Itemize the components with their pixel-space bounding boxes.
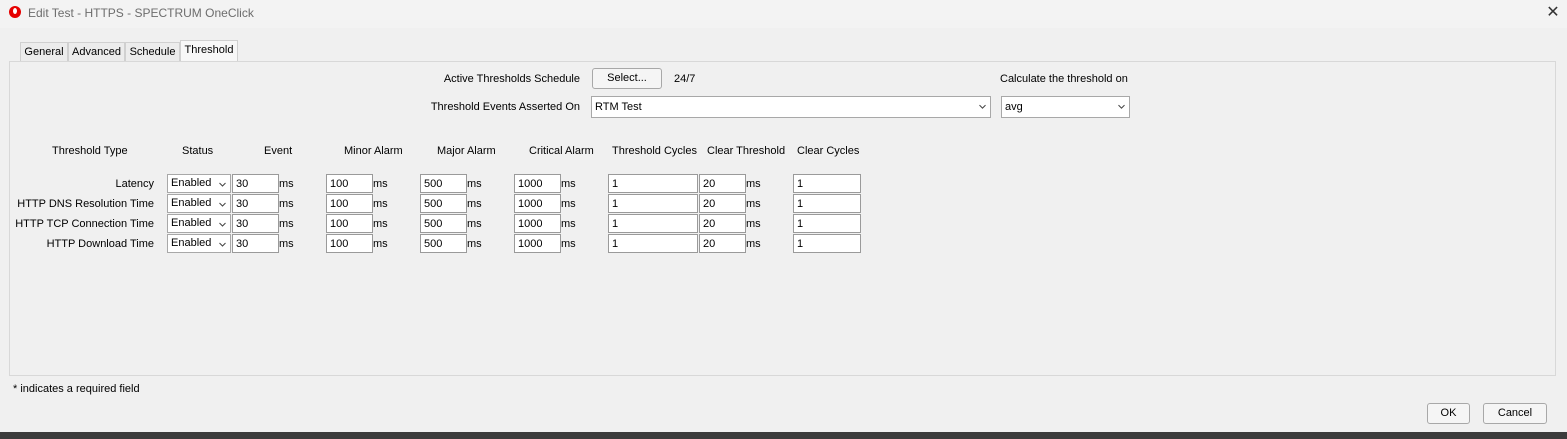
clear-cycles-input[interactable]: 1: [793, 234, 861, 253]
unit-label: ms: [467, 178, 482, 190]
asserted-on-value: RTM Test: [595, 101, 642, 113]
clear-threshold-input[interactable]: 20: [699, 234, 746, 253]
major-alarm-input[interactable]: 500: [420, 194, 467, 213]
header-threshold-cycles: Threshold Cycles: [612, 145, 697, 157]
critical-alarm-input[interactable]: 1000: [514, 174, 561, 193]
status-select[interactable]: Enabled: [167, 234, 231, 253]
header-threshold-type: Threshold Type: [52, 145, 128, 157]
active-thresholds-schedule-label: Active Thresholds Schedule: [443, 73, 580, 85]
major-alarm-input[interactable]: 500: [420, 174, 467, 193]
threshold-type-label: Latency: [115, 178, 154, 190]
chevron-down-icon: [219, 222, 226, 227]
unit-label: ms: [561, 218, 576, 230]
unit-label: ms: [561, 198, 576, 210]
select-schedule-button[interactable]: Select...: [592, 68, 662, 89]
clear-threshold-input[interactable]: 20: [699, 194, 746, 213]
calculate-threshold-select[interactable]: avg: [1001, 96, 1130, 118]
unit-label: ms: [279, 238, 294, 250]
header-minor-alarm: Minor Alarm: [344, 145, 403, 157]
threshold-cycles-input[interactable]: 1: [608, 174, 698, 193]
unit-label: ms: [561, 238, 576, 250]
unit-label: ms: [373, 238, 388, 250]
threshold-cycles-input[interactable]: 1: [608, 194, 698, 213]
unit-label: ms: [373, 218, 388, 230]
header-major-alarm: Major Alarm: [437, 145, 496, 157]
window-title: Edit Test - HTTPS - SPECTRUM OneClick: [28, 6, 254, 20]
unit-label: ms: [467, 238, 482, 250]
header-clear-cycles: Clear Cycles: [797, 145, 860, 157]
unit-label: ms: [746, 218, 761, 230]
cancel-button[interactable]: Cancel: [1483, 403, 1547, 424]
status-select[interactable]: Enabled: [167, 214, 231, 233]
event-input[interactable]: 30: [232, 234, 279, 253]
clear-cycles-input[interactable]: 1: [793, 194, 861, 213]
title-bar: Edit Test - HTTPS - SPECTRUM OneClick ✕: [0, 0, 1567, 28]
threshold-cycles-input[interactable]: 1: [608, 214, 698, 233]
minor-alarm-input[interactable]: 100: [326, 234, 373, 253]
unit-label: ms: [279, 178, 294, 190]
asserted-on-select[interactable]: RTM Test: [591, 96, 991, 118]
chevron-down-icon: [1118, 104, 1125, 109]
tab-schedule[interactable]: Schedule: [125, 42, 180, 61]
close-icon[interactable]: ✕: [1543, 3, 1563, 23]
critical-alarm-input[interactable]: 1000: [514, 194, 561, 213]
unit-label: ms: [467, 198, 482, 210]
tab-threshold[interactable]: Threshold: [180, 40, 238, 62]
major-alarm-input[interactable]: 500: [420, 214, 467, 233]
chevron-down-icon: [979, 104, 986, 109]
chevron-down-icon: [219, 242, 226, 247]
critical-alarm-input[interactable]: 1000: [514, 234, 561, 253]
schedule-value: 24/7: [674, 73, 696, 85]
status-select[interactable]: Enabled: [167, 194, 231, 213]
ok-button[interactable]: OK: [1427, 403, 1470, 424]
header-clear-threshold: Clear Threshold: [707, 145, 786, 157]
threshold-type-label: HTTP TCP Connection Time: [15, 218, 154, 230]
event-input[interactable]: 30: [232, 194, 279, 213]
threshold-events-asserted-label: Threshold Events Asserted On: [430, 101, 580, 113]
unit-label: ms: [373, 198, 388, 210]
calculate-threshold-label: Calculate the threshold on: [1000, 73, 1128, 85]
taskbar: [0, 432, 1567, 439]
minor-alarm-input[interactable]: 100: [326, 214, 373, 233]
event-input[interactable]: 30: [232, 214, 279, 233]
tab-general[interactable]: General: [20, 42, 68, 61]
threshold-type-label: HTTP DNS Resolution Time: [17, 198, 154, 210]
unit-label: ms: [746, 198, 761, 210]
clear-threshold-input[interactable]: 20: [699, 214, 746, 233]
minor-alarm-input[interactable]: 100: [326, 194, 373, 213]
unit-label: ms: [467, 218, 482, 230]
required-field-note: * indicates a required field: [13, 383, 140, 395]
major-alarm-input[interactable]: 500: [420, 234, 467, 253]
header-status: Status: [182, 145, 214, 157]
chevron-down-icon: [219, 202, 226, 207]
threshold-cycles-input[interactable]: 1: [608, 234, 698, 253]
chevron-down-icon: [219, 182, 226, 187]
clear-cycles-input[interactable]: 1: [793, 174, 861, 193]
status-select[interactable]: Enabled: [167, 174, 231, 193]
unit-label: ms: [373, 178, 388, 190]
threshold-type-label: HTTP Download Time: [46, 238, 154, 250]
clear-threshold-input[interactable]: 20: [699, 174, 746, 193]
critical-alarm-input[interactable]: 1000: [514, 214, 561, 233]
unit-label: ms: [746, 178, 761, 190]
vodafone-logo-icon: [9, 6, 21, 18]
calculate-threshold-value: avg: [1005, 101, 1023, 113]
header-event: Event: [264, 145, 293, 157]
tab-advanced[interactable]: Advanced: [68, 42, 125, 61]
unit-label: ms: [279, 198, 294, 210]
minor-alarm-input[interactable]: 100: [326, 174, 373, 193]
header-critical-alarm: Critical Alarm: [529, 145, 594, 157]
event-input[interactable]: 30: [232, 174, 279, 193]
unit-label: ms: [746, 238, 761, 250]
unit-label: ms: [561, 178, 576, 190]
unit-label: ms: [279, 218, 294, 230]
clear-cycles-input[interactable]: 1: [793, 214, 861, 233]
